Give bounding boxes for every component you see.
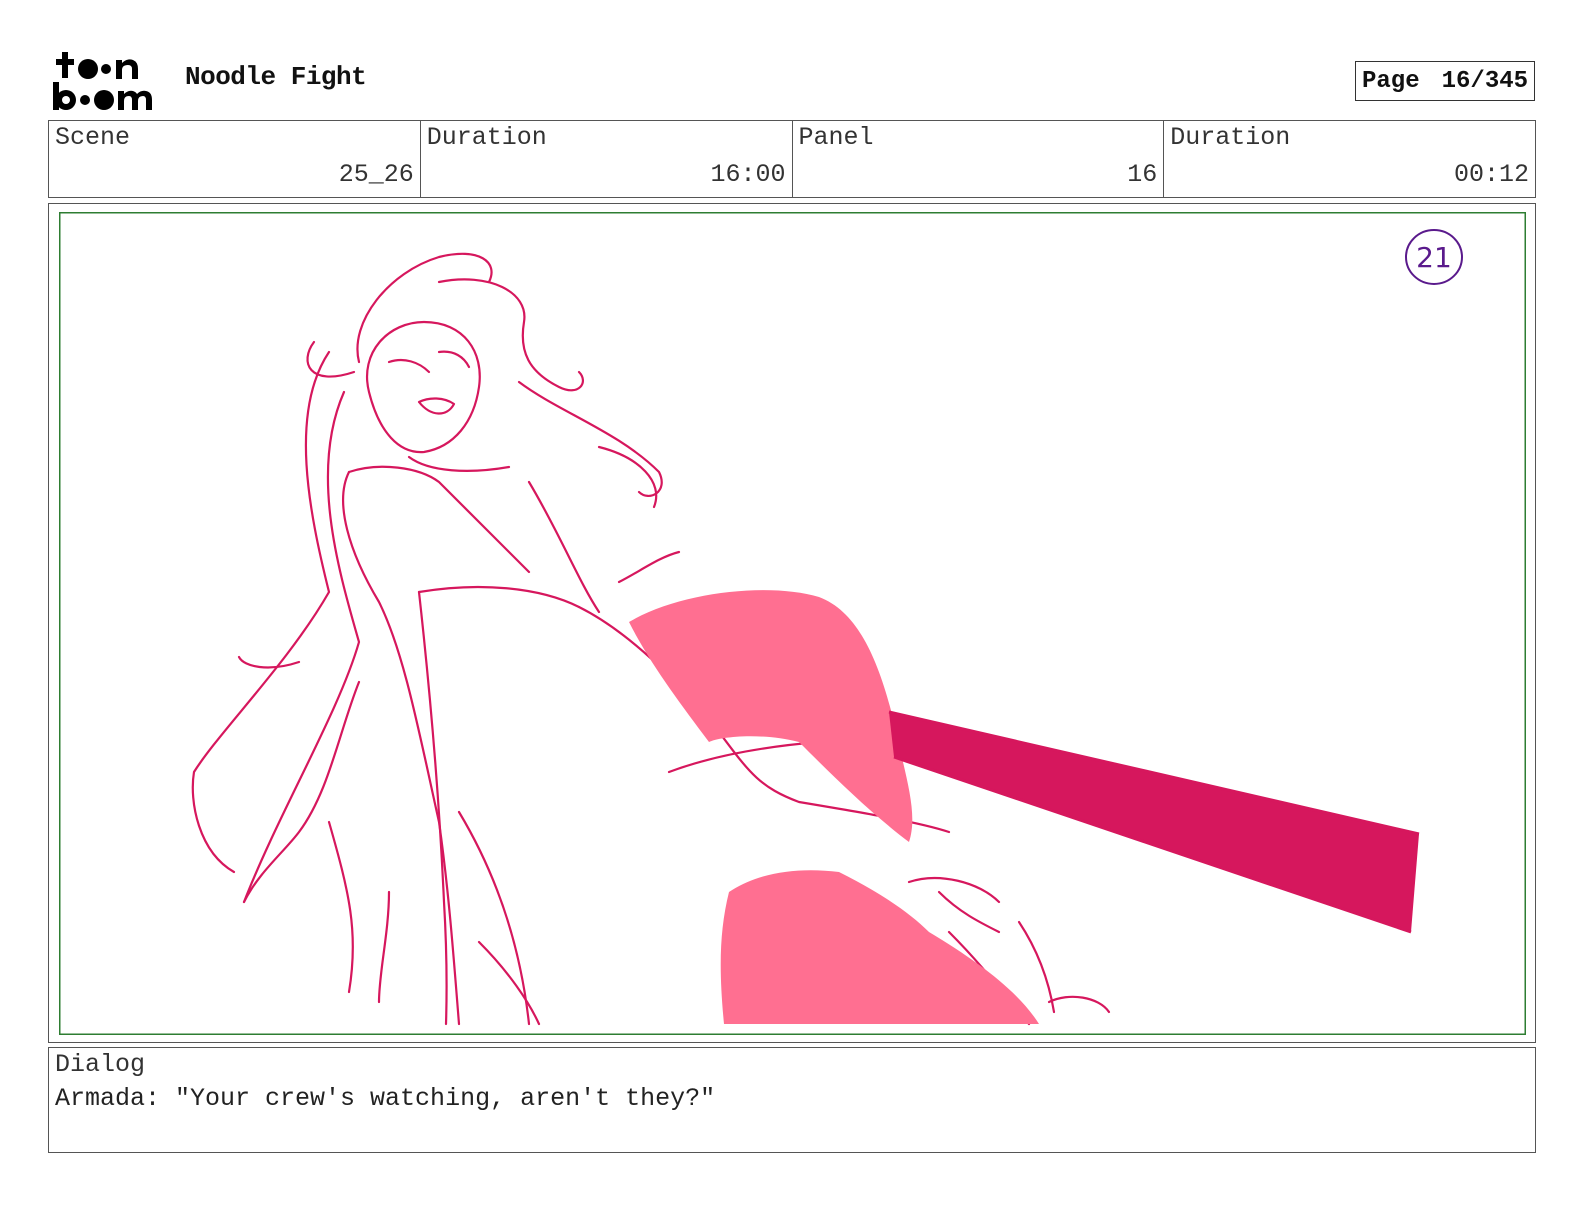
dialog-box: Dialog Armada: "Your crew's watching, ar… bbox=[48, 1047, 1536, 1153]
panel-duration-value: 00:12 bbox=[1453, 160, 1529, 189]
scene-duration-label: Duration bbox=[426, 123, 547, 152]
page-indicator: Page 16/345 bbox=[1355, 61, 1535, 101]
scene-cell: Scene 25_26 bbox=[49, 121, 421, 197]
panel-cell: Panel 16 bbox=[793, 121, 1165, 197]
storyboard-panel-sketch: 21 bbox=[59, 212, 1526, 1035]
dialog-label: Dialog bbox=[55, 1050, 146, 1079]
scene-duration-cell: Duration 16:00 bbox=[421, 121, 793, 197]
dialog-text: Armada: "Your crew's watching, aren't th… bbox=[55, 1084, 716, 1113]
panel-value: 16 bbox=[1127, 160, 1158, 189]
toon-boom-logo bbox=[53, 52, 152, 110]
page-number: 16/345 bbox=[1441, 67, 1529, 95]
scene-info-row: Scene 25_26 Duration 16:00 Panel 16 Dura… bbox=[48, 120, 1536, 198]
panel-duration-label: Duration bbox=[1170, 123, 1291, 152]
scene-value: 25_26 bbox=[338, 160, 414, 189]
page-label: Page bbox=[1362, 67, 1420, 95]
panel-duration-cell: Duration 00:12 bbox=[1164, 121, 1535, 197]
scene-label: Scene bbox=[55, 123, 131, 152]
project-title: Noodle Fight bbox=[185, 62, 367, 92]
drawing-number: 21 bbox=[1416, 241, 1452, 274]
panel-label: Panel bbox=[798, 123, 874, 152]
scene-duration-value: 16:00 bbox=[710, 160, 786, 189]
